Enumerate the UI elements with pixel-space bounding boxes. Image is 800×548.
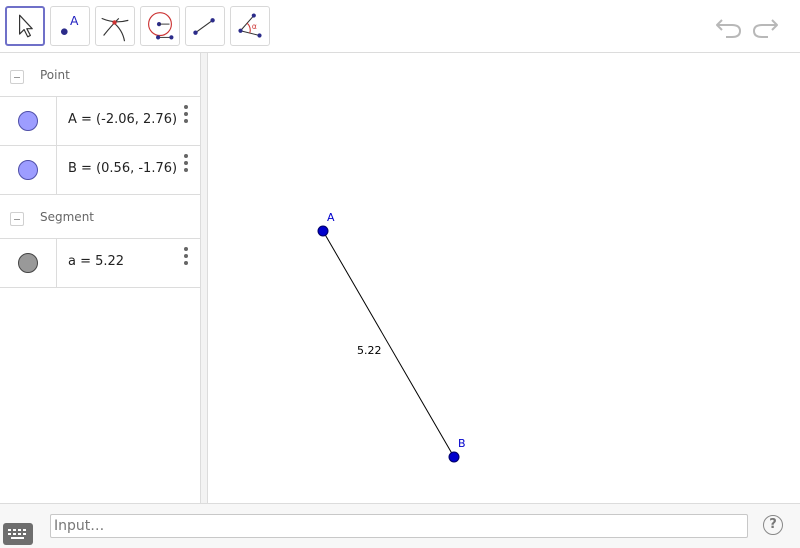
keyboard-button[interactable] [3,523,33,545]
point-tool-icon: A [60,14,79,36]
algebra-item-B[interactable]: B = (0.56, -1.76) [0,146,201,195]
intersect-tool-button[interactable] [95,6,135,46]
marble-cell [0,146,57,194]
algebra-item-text[interactable]: B = (0.56, -1.76) [68,161,177,176]
collapse-icon[interactable] [10,70,24,84]
algebra-item-text[interactable]: a = 5.22 [68,254,124,269]
angle-tool-label: α [252,22,257,31]
visibility-marble[interactable] [18,160,38,180]
redo-button[interactable] [750,13,780,41]
visibility-marble[interactable] [18,111,38,131]
point-A[interactable] [317,225,329,237]
graphics-canvas[interactable]: 5.22 A B [208,53,800,503]
toolbar: A α [0,0,800,53]
point-B[interactable] [448,451,460,463]
group-label: Point [40,68,70,82]
segment-tool-button[interactable] [185,6,225,46]
undo-button[interactable] [714,13,744,41]
point-tool-button[interactable]: A [50,6,90,46]
group-header-point[interactable]: Point [0,53,201,97]
collapse-icon[interactable] [10,212,24,226]
marble-cell [0,97,57,145]
segment-length-label: 5.22 [357,344,382,357]
angle-tool-icon: α [238,13,262,38]
graphics-view[interactable]: 5.22 A B [208,53,800,503]
algebra-item-A[interactable]: A = (-2.06, 2.76) [0,97,201,146]
visibility-marble[interactable] [18,253,38,273]
move-arrow-icon [19,14,33,38]
algebra-item-a[interactable]: a = 5.22 [0,239,201,288]
help-button[interactable]: ? [763,515,783,535]
view-splitter[interactable] [201,53,208,503]
intersect-tool-icon [101,17,129,42]
marble-cell [0,239,57,287]
algebra-item-text[interactable]: A = (-2.06, 2.76) [68,112,177,127]
algebra-input[interactable] [50,514,748,538]
more-options-icon[interactable] [182,247,190,267]
point-B-label: B [458,437,466,450]
redo-icon [752,19,778,38]
keyboard-icon [8,529,26,539]
group-header-segment[interactable]: Segment [0,195,201,239]
group-label: Segment [40,210,94,224]
circle-tool-icon [148,12,174,40]
more-options-icon[interactable] [182,105,190,125]
segment-tool-icon [193,18,215,35]
angle-tool-button[interactable]: α [230,6,270,46]
circle-tool-button[interactable] [140,6,180,46]
more-options-icon[interactable] [182,154,190,174]
undo-icon [716,19,742,38]
point-tool-label: A [70,14,79,28]
move-tool-button[interactable] [5,6,45,46]
algebra-view: Point A = (-2.06, 2.76) B = (0.56, -1.76… [0,53,201,503]
segment-a[interactable] [322,230,455,458]
input-bar: ? [0,503,800,548]
point-A-label: A [327,211,335,224]
